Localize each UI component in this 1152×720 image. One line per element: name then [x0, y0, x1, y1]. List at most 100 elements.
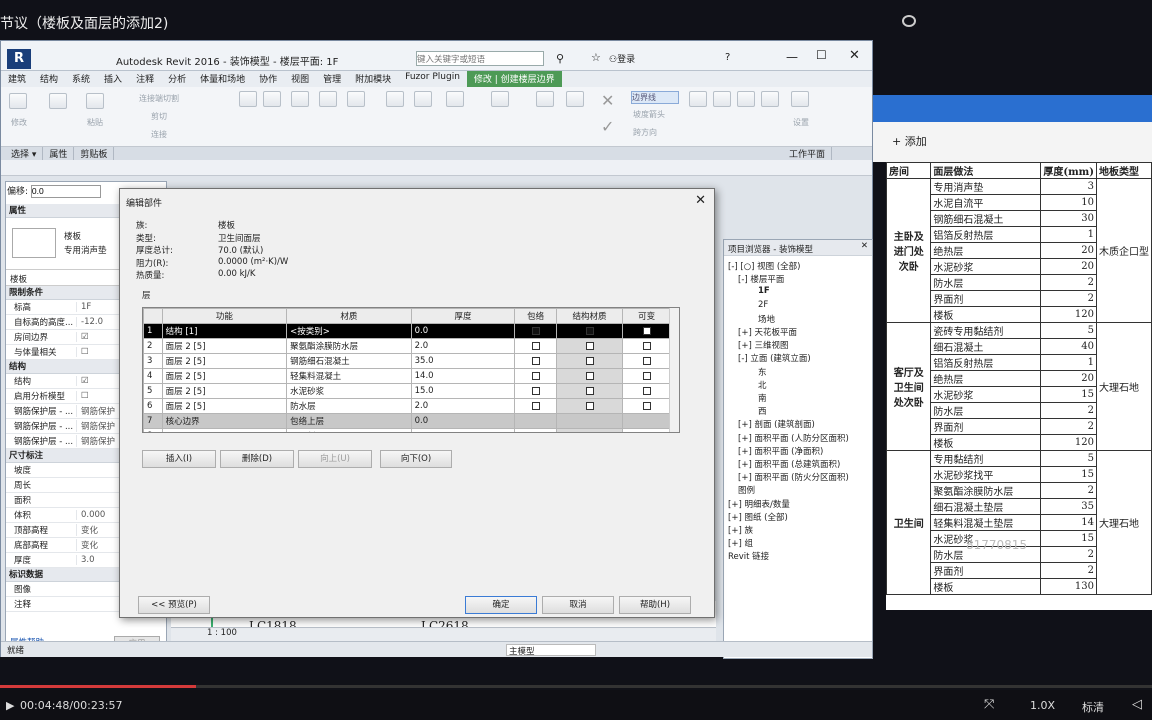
checkbox[interactable]	[585, 401, 594, 410]
finish-edit-icon[interactable]: ✓	[601, 117, 614, 136]
layer-function[interactable]: 面层 2 [5]	[161, 383, 288, 399]
browser-item[interactable]: [+] 族	[728, 524, 753, 536]
structural-checkbox[interactable]	[555, 353, 624, 369]
layers-scrollbar[interactable]	[669, 308, 679, 432]
checkbox[interactable]	[531, 356, 540, 365]
layer-material[interactable]: 界面剂	[286, 428, 412, 432]
layer-material[interactable]: 聚氨酯涂膜防水层	[286, 338, 412, 354]
layer-function[interactable]: 面层 2 [5]	[161, 353, 288, 369]
browser-item[interactable]: [+] 面积平面 (防火分区面积)	[738, 471, 849, 483]
wrap-checkbox[interactable]	[514, 383, 557, 399]
tool-icon[interactable]	[291, 91, 309, 107]
properties-icon[interactable]	[49, 93, 67, 109]
layer-index[interactable]: 8	[143, 428, 163, 432]
checkbox[interactable]	[642, 401, 651, 410]
checkbox[interactable]	[585, 386, 594, 395]
offset-input[interactable]	[30, 184, 101, 198]
ribbon-tab[interactable]: 附加模块	[348, 71, 398, 87]
layer-material[interactable]: 水泥砂浆	[286, 383, 412, 399]
ribbon-tab[interactable]: 建筑	[1, 71, 33, 87]
rectangle-icon[interactable]	[713, 91, 731, 107]
browser-item[interactable]: [+] 面积平面 (人防分区面积)	[738, 432, 849, 444]
structural-checkbox[interactable]	[555, 428, 624, 432]
column-header[interactable]: 材质	[286, 308, 412, 324]
wrap-checkbox[interactable]	[514, 338, 557, 354]
checkbox[interactable]	[642, 356, 651, 365]
column-header[interactable]: 厚度	[410, 308, 516, 324]
cut-label[interactable]: 剪切	[151, 111, 167, 122]
browser-item[interactable]: [+] 天花板平面	[738, 326, 797, 338]
checkbox[interactable]	[585, 341, 594, 350]
browser-item[interactable]: [-] 立面 (建筑立面)	[738, 352, 811, 364]
ribbon-tab[interactable]: 分析	[161, 71, 193, 87]
layer-thickness[interactable]	[410, 428, 516, 432]
structural-checkbox[interactable]	[555, 383, 624, 399]
layer-thickness[interactable]: 0.0	[410, 323, 516, 339]
move-down-button[interactable]: 向下(O)	[380, 450, 452, 468]
browser-item[interactable]: 2F	[758, 300, 768, 310]
tool-icon[interactable]	[263, 91, 281, 107]
layer-index[interactable]: 4	[143, 368, 163, 384]
checkbox[interactable]	[642, 431, 651, 432]
help-icon[interactable]: ?	[725, 52, 730, 63]
wrap-checkbox[interactable]	[514, 353, 557, 369]
checkbox[interactable]	[585, 326, 594, 335]
layer-row[interactable]: 8面层 2 [5]界面剂	[143, 428, 671, 432]
checkbox[interactable]	[642, 371, 651, 380]
boundary-line-button[interactable]: 边界线	[631, 91, 679, 104]
column-header[interactable]: 包络	[514, 308, 557, 324]
layer-material[interactable]: 包络上层	[286, 413, 412, 429]
danmaku-icon[interactable]: ⤧	[984, 697, 994, 712]
line-icon[interactable]	[689, 91, 707, 107]
structural-checkbox[interactable]	[555, 413, 624, 429]
tool-icon[interactable]	[491, 91, 509, 107]
layer-material[interactable]: 防水层	[286, 398, 412, 414]
slope-arrow-button[interactable]: 坡度箭头	[633, 109, 665, 120]
column-header[interactable]: 功能	[161, 308, 288, 324]
layer-material[interactable]: 轻集料混凝土	[286, 368, 412, 384]
checkbox[interactable]	[585, 431, 594, 432]
browser-item[interactable]: [+] 面积平面 (净面积)	[738, 445, 823, 457]
layer-thickness[interactable]: 2.0	[410, 338, 516, 354]
ribbon-tab[interactable]: 体量和场地	[193, 71, 252, 87]
checkbox[interactable]	[585, 371, 594, 380]
browser-item[interactable]: 东	[758, 366, 767, 378]
layer-row[interactable]: 1 结构 [1] <按类别> 0.0	[143, 323, 671, 339]
tool-icon[interactable]	[386, 91, 404, 107]
layer-thickness[interactable]: 14.0	[410, 368, 516, 384]
dialog-close-button[interactable]: ✕	[695, 193, 706, 208]
model-selector[interactable]: 主模型	[506, 644, 596, 657]
checkbox[interactable]	[531, 341, 540, 350]
browser-item[interactable]: [+] 图纸 (全部)	[728, 511, 788, 523]
checkbox[interactable]	[585, 356, 594, 365]
paste-icon[interactable]	[86, 93, 104, 109]
browser-item[interactable]: 北	[758, 379, 767, 391]
tool-icon[interactable]	[347, 91, 365, 107]
layer-row[interactable]: 3 面层 2 [5] 钢筋细石混凝土 35.0	[143, 353, 671, 369]
checkbox[interactable]	[531, 371, 540, 380]
layer-thickness[interactable]: 35.0	[410, 353, 516, 369]
browser-item[interactable]: Revit 链接	[728, 550, 769, 562]
variable-checkbox[interactable]	[622, 398, 671, 414]
layer-material[interactable]: <按类别>	[286, 323, 412, 339]
layer-function[interactable]: 面层 2 [5]	[161, 338, 288, 354]
browser-item[interactable]: 西	[758, 405, 767, 417]
pip-icon[interactable]	[902, 15, 916, 27]
tool-icon[interactable]	[319, 91, 337, 107]
ribbon-tab[interactable]: 修改 | 创建楼层边界	[466, 71, 562, 87]
browser-item[interactable]: 场地	[758, 313, 775, 325]
binoculars-icon[interactable]: ⚲	[556, 52, 564, 65]
circle-icon[interactable]	[761, 91, 779, 107]
wrap-checkbox[interactable]	[514, 413, 557, 429]
modify-icon[interactable]	[9, 93, 27, 109]
column-header[interactable]: 可变	[622, 308, 671, 324]
select-panel-label[interactable]: 选择 ▾	[5, 147, 44, 160]
tool-icon[interactable]	[414, 91, 432, 107]
browser-item[interactable]: [+] 三维视图	[738, 339, 788, 351]
layer-row[interactable]: 2 面层 2 [5] 聚氨酯涂膜防水层 2.0	[143, 338, 671, 354]
layer-function[interactable]: 结构 [1]	[161, 323, 288, 339]
layer-index[interactable]: 1	[143, 323, 163, 339]
ribbon-tab[interactable]: 视图	[284, 71, 316, 87]
checkbox[interactable]	[531, 431, 540, 432]
variable-checkbox[interactable]	[622, 353, 671, 369]
